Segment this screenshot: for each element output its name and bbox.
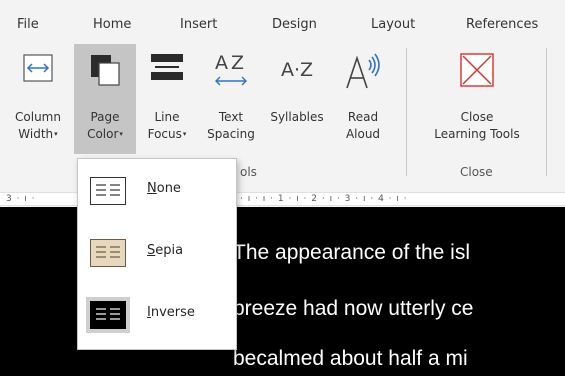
text-spacing-label-2: Spacing — [207, 127, 255, 141]
page-color-label-1: Page — [90, 110, 120, 124]
text-spacing-icon-text: AZ — [214, 52, 247, 74]
line-focus-icon — [151, 54, 183, 80]
page-color-button[interactable]: Page Color▾ — [74, 44, 136, 154]
page-color-label-2: Color — [87, 127, 119, 141]
document-line: becalmed about half a mi — [233, 347, 468, 370]
ruler-left-marks: 3 · ı · — [6, 194, 36, 204]
close-learning-tools-button[interactable]: Close Learning Tools — [414, 44, 540, 154]
menu-bar: File Home Insert Design Layout Reference… — [0, 0, 565, 40]
menu-item-sepia[interactable]: Sepia — [81, 225, 233, 283]
tab-references[interactable]: References — [466, 17, 538, 32]
syllables-icon: A·Z — [275, 58, 319, 98]
syllables-icon-text: A·Z — [280, 59, 314, 81]
column-width-label-2: Width — [18, 127, 54, 141]
document-line: The appearance of the isl — [233, 241, 470, 264]
read-aloud-label-1: Read — [347, 110, 379, 124]
column-width-icon — [23, 54, 53, 82]
tab-file[interactable]: File — [17, 17, 39, 32]
tab-layout[interactable]: Layout — [371, 17, 415, 32]
double-arrow-icon — [215, 76, 247, 86]
ruler-right-marks: · ı · ı · 1 · ı · 2 · ı · 3 · ı · 4 · ı … — [240, 194, 408, 204]
line-focus-button[interactable]: Line Focus▾ — [137, 44, 197, 154]
text-spacing-icon: AZ — [212, 52, 250, 92]
text-spacing-label-1: Text — [218, 110, 244, 124]
line-focus-label-2: Focus — [147, 127, 182, 141]
group-label-close: Close — [460, 165, 493, 179]
read-aloud-label-2: Aloud — [345, 127, 381, 141]
read-aloud-button[interactable]: Read Aloud — [331, 44, 395, 154]
column-width-label-1: Column — [15, 110, 61, 124]
syllables-button[interactable]: A·Z Syllables — [265, 44, 329, 154]
page-color-icon — [91, 55, 120, 86]
column-width-button[interactable]: Column Width▾ — [4, 44, 72, 154]
read-aloud-icon — [346, 53, 380, 89]
page-color-inverse-icon — [90, 301, 126, 329]
chevron-down-icon: ▾ — [182, 130, 187, 138]
group-label-tools: ols — [240, 165, 257, 179]
page-color-menu: None Sepia Inverse — [77, 158, 237, 350]
menu-item-none[interactable]: None — [81, 163, 233, 221]
tab-home[interactable]: Home — [93, 17, 131, 32]
menu-item-inverse-label: nverse — [150, 305, 195, 320]
syllables-label: Syllables — [270, 110, 324, 124]
group-separator — [406, 48, 407, 176]
document-line: breeze had now utterly ce — [233, 297, 474, 320]
menu-item-inverse[interactable]: Inverse — [81, 287, 233, 345]
chevron-down-icon: ▾ — [54, 130, 58, 138]
text-spacing-button[interactable]: AZ Text Spacing — [199, 44, 263, 154]
close-icon — [460, 53, 494, 87]
menu-item-none-label: one — [156, 181, 181, 196]
group-separator — [546, 48, 547, 176]
page-color-sepia-icon — [90, 239, 126, 267]
line-focus-label-1: Line — [154, 110, 180, 124]
close-learning-tools-label-2: Learning Tools — [434, 127, 520, 141]
menu-item-sepia-label: epia — [155, 243, 184, 258]
close-learning-tools-label-1: Close — [460, 110, 494, 124]
tab-insert[interactable]: Insert — [180, 17, 217, 32]
tab-design[interactable]: Design — [272, 17, 317, 32]
page-color-none-icon — [90, 177, 126, 205]
chevron-down-icon: ▾ — [119, 130, 123, 138]
access-key-none: N — [147, 181, 157, 196]
